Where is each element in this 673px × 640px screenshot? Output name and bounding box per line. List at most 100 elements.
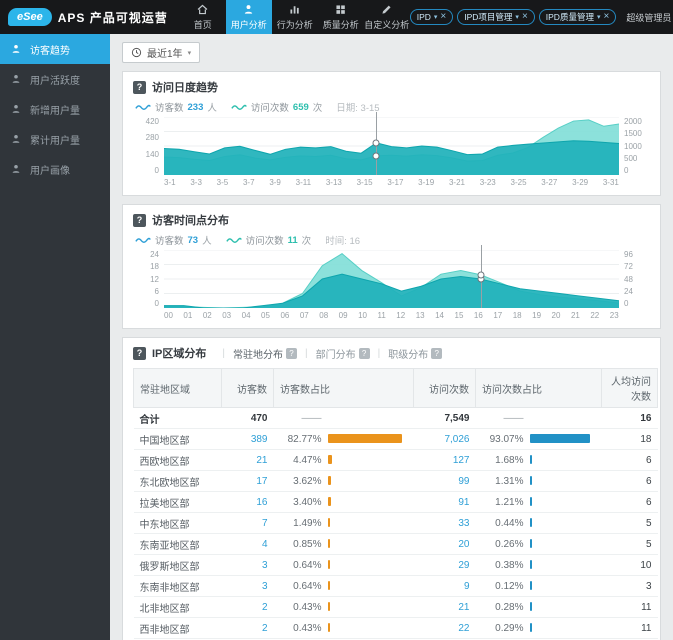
- nav-item-2[interactable]: 行为分析: [272, 0, 318, 34]
- table-row[interactable]: 东南亚地区部 4 0.85% 20 0.26% 5: [133, 533, 658, 555]
- visits-count[interactable]: 33: [413, 512, 476, 534]
- column-header-3[interactable]: 访问次数: [413, 368, 476, 408]
- visitors-count[interactable]: 4: [221, 533, 274, 555]
- visits-count[interactable]: 22: [413, 617, 476, 639]
- table-row[interactable]: 西欧地区部 21 4.47% 127 1.68% 6: [133, 449, 658, 471]
- y-axis-right: 96 72 48 24 0: [624, 250, 633, 308]
- panel-help-icon[interactable]: ?: [133, 80, 146, 94]
- region-tab-1[interactable]: 部门分布 ?: [316, 346, 370, 361]
- column-header-4[interactable]: 访问次数占比: [475, 368, 602, 408]
- visits-count[interactable]: 7,026: [413, 428, 476, 450]
- date-range-select[interactable]: 最近1年 ▾: [122, 42, 201, 63]
- table-row[interactable]: 中国地区部 389 82.77% 7,026 93.07% 18: [133, 428, 658, 450]
- visit-share-bar: [529, 455, 532, 465]
- filter-pill-0[interactable]: IPD ▾ ×: [409, 9, 454, 25]
- caret-down-icon[interactable]: ▾: [597, 13, 601, 21]
- area-chart[interactable]: [164, 245, 619, 308]
- visits-count[interactable]: 127: [413, 449, 476, 471]
- column-header-5[interactable]: 人均访问次数: [601, 368, 658, 408]
- help-icon: ?: [358, 347, 370, 359]
- sidebar-label: 新增用户量: [30, 105, 80, 117]
- table-total-row: 合计 470 —— 7,549 —— 16: [133, 407, 658, 429]
- per-capita-visits: 5: [601, 533, 658, 555]
- visitor-share-bar: [327, 581, 330, 591]
- sidebar-label: 累计用户量: [30, 135, 80, 147]
- visitor-trend-icon: [12, 44, 20, 53]
- table-row[interactable]: 东南非地区部 3 0.64% 9 0.12% 3: [133, 575, 658, 597]
- visit-share-bar: [529, 434, 590, 444]
- visits-count[interactable]: 91: [413, 491, 476, 513]
- column-header-1[interactable]: 访客数: [221, 368, 274, 408]
- visits-count[interactable]: 29: [413, 554, 476, 576]
- table-row[interactable]: 西非地区部 2 0.43% 22 0.29% 11: [133, 617, 658, 639]
- nav-item-4[interactable]: 自定义分析: [364, 0, 410, 34]
- region-tab-0[interactable]: 常驻地分布 ?: [233, 346, 298, 361]
- region-distribution-card: ? IP区域分布 | 常驻地分布 ? | 部门分布 ? | 职级分布 ? 常驻地…: [122, 337, 661, 640]
- nav-item-3[interactable]: 质量分析: [318, 0, 364, 34]
- sidebar-item-3[interactable]: 累计用户量: [0, 124, 110, 154]
- hourly-distribution-card: ? 访客时间点分布 访客数 73 人 访问次数 11 次 时间: 16 24 18…: [122, 204, 661, 329]
- table-header: 常驻地区域 访客数 访客数占比 访问次数 访问次数占比 人均访问次数: [133, 368, 658, 408]
- panel-help-icon[interactable]: ?: [133, 213, 146, 227]
- chart-legend: 访客数 233 人 访问次数 659 次 日期: 3-15: [135, 100, 650, 114]
- card-title: 访问日度趋势: [152, 82, 218, 94]
- filter-pill-2[interactable]: IPD质量管理 ▾ ×: [538, 9, 617, 25]
- per-capita-visits: 6: [601, 449, 658, 471]
- visit-share: 0.12%: [475, 575, 602, 597]
- caret-down-icon: ▾: [187, 49, 192, 57]
- table-row[interactable]: 北非地区部 2 0.43% 21 0.28% 11: [133, 596, 658, 618]
- nav-item-0[interactable]: 首页: [180, 0, 226, 34]
- visitors-count[interactable]: 2: [221, 617, 274, 639]
- nav-item-1[interactable]: 用户分析: [225, 0, 272, 34]
- visits-count[interactable]: 9: [413, 575, 476, 597]
- visits-count[interactable]: 20: [413, 533, 476, 555]
- region-name: 西欧地区部: [133, 449, 222, 471]
- table-row[interactable]: 中东地区部 7 1.49% 33 0.44% 5: [133, 512, 658, 534]
- visitors-count[interactable]: 7: [221, 512, 274, 534]
- trend-line-icon: [135, 104, 151, 110]
- close-icon[interactable]: ×: [603, 12, 609, 22]
- visitors-count[interactable]: 2: [221, 596, 274, 618]
- visitors-count[interactable]: 3: [221, 575, 274, 597]
- per-capita-visits: 5: [601, 512, 658, 534]
- visitor-share: 0.43%: [273, 617, 414, 639]
- column-header-0[interactable]: 常驻地区域: [133, 368, 222, 408]
- visitors-count[interactable]: 3: [221, 554, 274, 576]
- caret-down-icon[interactable]: ▾: [515, 13, 519, 21]
- panel-help-icon[interactable]: ?: [133, 346, 146, 360]
- table-row[interactable]: 俄罗斯地区部 3 0.64% 29 0.38% 10: [133, 554, 658, 576]
- table-row[interactable]: 拉美地区部 16 3.40% 91 1.21% 6: [133, 491, 658, 513]
- trend-line-icon: [231, 104, 247, 110]
- column-header-2[interactable]: 访客数占比: [273, 368, 414, 408]
- sidebar-item-2[interactable]: 新增用户量: [0, 94, 110, 124]
- visitors-count[interactable]: 16: [221, 491, 274, 513]
- visitors-count[interactable]: 21: [221, 449, 274, 471]
- sidebar-item-1[interactable]: 用户活跃度: [0, 64, 110, 94]
- help-icon: ?: [431, 347, 443, 359]
- filter-pill-1[interactable]: IPD项目管理 ▾ ×: [457, 9, 535, 25]
- visitors-count[interactable]: 17: [221, 470, 274, 492]
- visitors-count[interactable]: 389: [221, 428, 274, 450]
- logo[interactable]: eSee: [0, 0, 58, 34]
- region-name: 东南亚地区部: [133, 533, 222, 555]
- help-icon: ?: [286, 347, 298, 359]
- hover-hint: 时间: 16: [325, 236, 361, 247]
- visit-share-bar: [529, 581, 532, 591]
- visitor-share-bar: [327, 623, 330, 633]
- sidebar-item-4[interactable]: 用户画像: [0, 154, 110, 184]
- sidebar-item-0[interactable]: 访客趋势: [0, 34, 110, 64]
- sidebar: 访客趋势 用户活跃度 新增用户量 累计用户量 用户画像: [0, 34, 110, 640]
- region-name: 拉美地区部: [133, 491, 222, 513]
- caret-down-icon[interactable]: ▾: [434, 13, 438, 21]
- visit-share: 93.07%: [475, 428, 602, 450]
- visit-share-bar: [529, 623, 532, 633]
- visits-count[interactable]: 21: [413, 596, 476, 618]
- close-icon[interactable]: ×: [440, 12, 446, 22]
- table-row[interactable]: 东北欧地区部 17 3.62% 99 1.31% 6: [133, 470, 658, 492]
- visits-count[interactable]: 99: [413, 470, 476, 492]
- visitor-share-bar: [327, 434, 402, 444]
- visitor-share-bar: [327, 602, 330, 612]
- close-icon[interactable]: ×: [522, 12, 528, 22]
- region-tab-2[interactable]: 职级分布 ?: [388, 346, 443, 361]
- area-chart[interactable]: [164, 112, 619, 175]
